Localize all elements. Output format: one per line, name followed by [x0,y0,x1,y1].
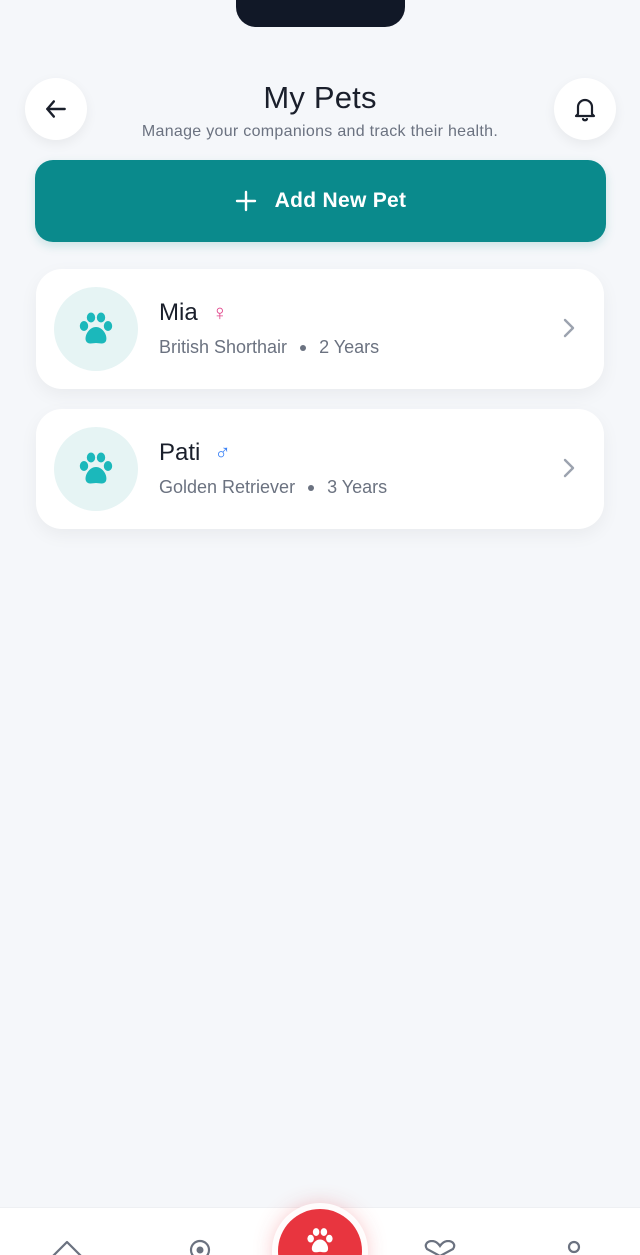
home-icon[interactable] [50,1238,84,1255]
pet-card-pati[interactable]: Pati ♂ Golden Retriever 3 Years [36,409,604,529]
pet-breed: Golden Retriever [159,477,296,497]
paw-icon [79,452,113,484]
chevron-right-icon [563,458,575,478]
pet-avatar [54,427,138,511]
pet-name: Pati [159,439,201,466]
page-title: My Pets [263,80,377,115]
plus-icon [235,190,256,212]
heart-icon[interactable] [424,1240,456,1255]
pet-name: Mia [159,299,198,326]
pet-details: British Shorthair 2 Years [159,337,379,358]
add-new-pet-button[interactable]: Add New Pet [35,160,606,242]
chevron-right-icon [563,318,575,338]
device-notch [236,0,405,27]
profile-icon[interactable] [564,1240,584,1255]
pet-card-mia[interactable]: Mia ♀ British Shorthair 2 Years [36,269,604,389]
separator-dot [300,344,307,351]
bell-icon [574,98,596,122]
pet-avatar [54,287,138,371]
female-icon: ♀ [211,300,229,325]
notifications-button[interactable] [554,78,616,140]
pet-details: Golden Retriever 3 Years [159,477,387,498]
pet-age: 2 Years [319,337,380,357]
separator-dot [308,484,315,491]
pet-breed: British Shorthair [159,337,288,357]
page-subtitle: Manage your companions and track their h… [141,123,499,140]
screen: My Pets Manage your companions and track… [0,0,640,1255]
pet-name-row: Pati ♂ [159,439,231,467]
add-new-pet-label: Add New Pet [274,189,407,212]
paw-icon [307,1228,333,1253]
pet-name-row: Mia ♀ [159,299,228,327]
pet-age: 3 Years [327,477,388,497]
location-icon[interactable] [188,1238,212,1255]
paw-icon [79,312,113,344]
male-icon: ♂ [214,440,231,465]
